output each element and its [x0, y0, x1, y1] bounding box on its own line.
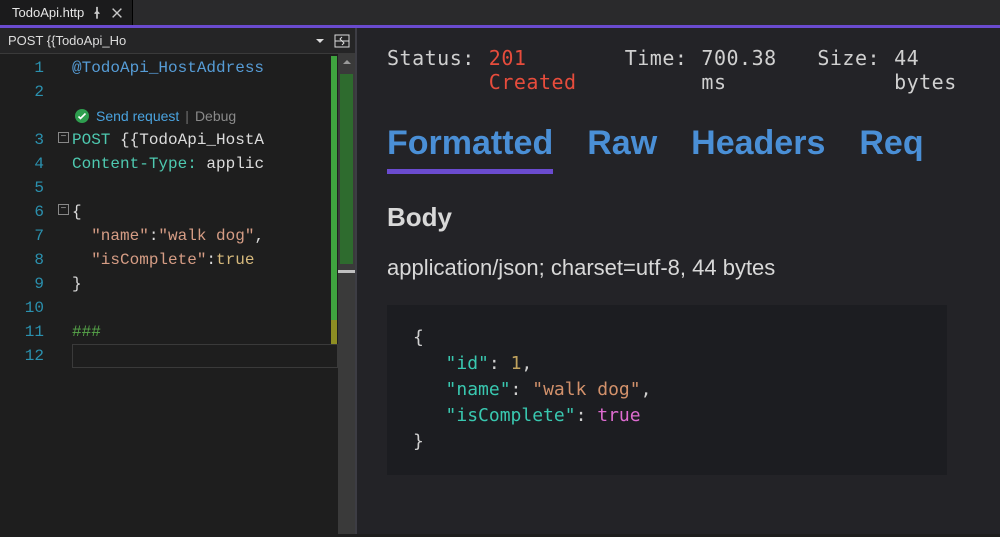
codelens-row: Send request | Debug — [72, 104, 355, 128]
code-token: POST — [72, 131, 110, 149]
time-value: 700.38 ms — [701, 46, 791, 94]
vertical-scrollbar[interactable] — [338, 54, 355, 534]
chevron-up-icon — [342, 57, 352, 67]
change-indicator-saved — [331, 56, 337, 320]
scope-combo-text: POST {{TodoApi_Ho — [8, 33, 126, 48]
body-heading: Body — [387, 202, 1000, 233]
time-label: Time: — [625, 46, 688, 70]
tab-raw[interactable]: Raw — [587, 124, 657, 174]
change-indicator-unsaved — [331, 320, 337, 344]
code-token: : — [206, 251, 216, 269]
split-horizontal-icon — [334, 33, 350, 49]
code-token: "walk dog" — [158, 227, 254, 245]
scroll-overview-caret — [338, 270, 355, 273]
success-check-icon — [74, 108, 90, 124]
editor-nav-bar: POST {{TodoApi_Ho — [0, 28, 355, 54]
response-status-line: Status: 201 Created Time: 700.38 ms Size… — [387, 46, 1000, 94]
line-number-gutter: 12345 6789101112 — [0, 54, 58, 534]
chevron-down-icon — [315, 36, 325, 46]
code-token: "isComplete" — [91, 251, 206, 269]
code-editor[interactable]: 12345 6789101112 − − @TodoApi_HostAddres… — [0, 54, 355, 534]
codelens-separator: | — [185, 104, 189, 128]
editor-pane: POST {{TodoApi_Ho 12345 6789101112 − − — [0, 28, 355, 534]
tab-headers[interactable]: Headers — [691, 124, 825, 174]
fold-toggle[interactable]: − — [58, 204, 69, 215]
document-tab-strip: TodoApi.http — [0, 0, 1000, 28]
split-panes: POST {{TodoApi_Ho 12345 6789101112 − − — [0, 28, 1000, 534]
code-token: ### — [72, 323, 101, 341]
code-token: "name" — [91, 227, 149, 245]
code-token: {{TodoApi_HostA — [110, 131, 264, 149]
code-token: { — [72, 203, 82, 221]
document-tab-title: TodoApi.http — [12, 5, 84, 20]
code-token: Content-Type: — [72, 155, 197, 173]
debug-link[interactable]: Debug — [195, 104, 236, 128]
tab-formatted[interactable]: Formatted — [387, 124, 553, 174]
response-body-json: { "id": 1, "name": "walk dog", "isComple… — [387, 305, 947, 475]
code-token: } — [72, 275, 82, 293]
pin-icon[interactable] — [90, 6, 104, 20]
send-request-link[interactable]: Send request — [96, 104, 179, 128]
fold-toggle[interactable]: − — [58, 132, 69, 143]
response-tabs: Formatted Raw Headers Req — [387, 124, 1000, 174]
scope-combo[interactable]: POST {{TodoApi_Ho — [0, 33, 329, 48]
size-label: Size: — [817, 46, 880, 70]
code-token: @TodoApi_HostAddress — [72, 59, 264, 77]
scroll-overview-changes — [340, 74, 353, 264]
response-pane: Status: 201 Created Time: 700.38 ms Size… — [355, 28, 1000, 534]
scroll-up-button[interactable] — [338, 54, 355, 70]
json-content: { "id": 1, "name": "walk dog", "isComple… — [413, 325, 921, 455]
size-value: 44 bytes — [894, 46, 974, 94]
status-label: Status: — [387, 46, 475, 70]
body-meta: application/json; charset=utf-8, 44 byte… — [387, 255, 1000, 281]
status-value: 201 Created — [489, 46, 599, 94]
current-line-highlight — [72, 344, 338, 368]
fold-margin: − − — [58, 54, 72, 534]
code-token: true — [216, 251, 254, 269]
split-editor-button[interactable] — [329, 33, 355, 49]
tab-request[interactable]: Req — [859, 124, 923, 174]
code-token: , — [254, 227, 264, 245]
close-icon[interactable] — [110, 6, 124, 20]
code-token: applic — [197, 155, 264, 173]
code-token: : — [149, 227, 159, 245]
code-lines: @TodoApi_HostAddress Send request | Debu… — [72, 54, 355, 534]
document-tab[interactable]: TodoApi.http — [0, 0, 133, 25]
